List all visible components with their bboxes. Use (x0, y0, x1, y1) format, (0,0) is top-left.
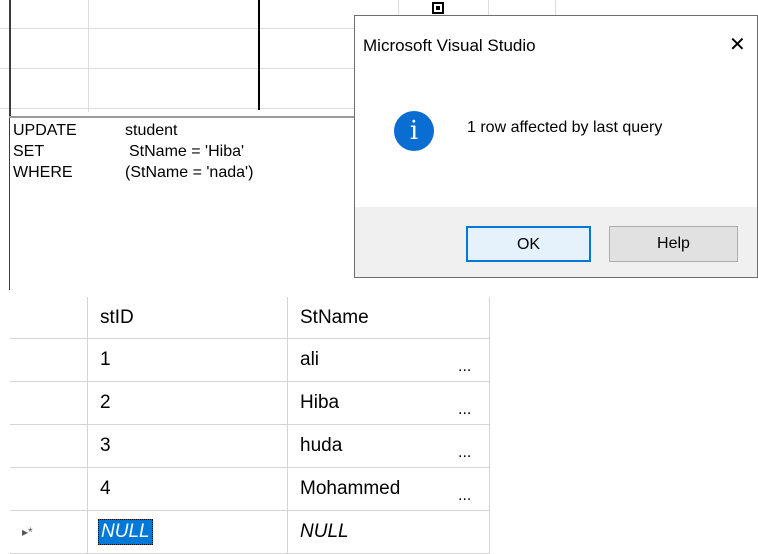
null-placeholder-selected: NULL (98, 519, 153, 545)
help-button[interactable]: Help (609, 226, 738, 262)
dialog-message: 1 row affected by last query (467, 119, 663, 136)
sql-table-name: student (125, 122, 178, 139)
dialog-title: Microsoft Visual Studio (363, 36, 536, 55)
row-selector[interactable] (10, 339, 88, 382)
cell-stid-new[interactable]: NULL (88, 511, 288, 554)
column-header-stid[interactable]: stID (88, 297, 288, 339)
cell-stname-text: Mohammed (300, 478, 401, 499)
grid-line (88, 0, 89, 112)
grid-checkbox-icon[interactable] (432, 2, 444, 14)
info-icon: i (394, 111, 434, 151)
row-header-corner (10, 297, 88, 339)
sql-where-clause: (StName = 'nada') (125, 164, 254, 181)
close-icon[interactable]: ✕ (729, 32, 746, 57)
row-selector[interactable] (10, 468, 88, 511)
ellipsis-button[interactable]: ... (458, 487, 471, 505)
cell-stid[interactable]: 1 (88, 339, 288, 382)
sql-keyword-update: UPDATE (13, 122, 77, 139)
ok-button[interactable]: OK (466, 226, 591, 262)
cell-stname-new[interactable]: NULL (288, 511, 490, 554)
new-row-marker-icon[interactable]: ▸* (10, 511, 88, 554)
dialog-body: i 1 row affected by last query (355, 74, 757, 207)
cell-stname-text: huda (300, 435, 343, 456)
cell-stid[interactable]: 4 (88, 468, 288, 511)
dialog-title-bar[interactable]: Microsoft Visual Studio ✕ (355, 16, 757, 74)
sql-keyword-where: WHERE (13, 164, 73, 181)
column-header-stname[interactable]: StName (288, 297, 490, 339)
message-dialog: Microsoft Visual Studio ✕ i 1 row affect… (354, 15, 758, 278)
results-grid[interactable]: stID StName 1 ali ... 2 Hiba ... 3 huda … (10, 297, 490, 554)
sql-set-clause: StName = 'Hiba' (129, 143, 245, 160)
row-selector[interactable] (10, 382, 88, 425)
ellipsis-button[interactable]: ... (458, 358, 471, 376)
splitter-handle[interactable] (258, 0, 260, 110)
sql-keyword-set: SET (13, 143, 45, 160)
cell-stid[interactable]: 2 (88, 382, 288, 425)
cell-stname-text: Hiba (300, 392, 340, 413)
ellipsis-button[interactable]: ... (458, 401, 471, 419)
ellipsis-button[interactable]: ... (458, 444, 471, 462)
cell-stid[interactable]: 3 (88, 425, 288, 468)
row-selector[interactable] (10, 425, 88, 468)
cell-stname-text: ali (300, 349, 320, 370)
